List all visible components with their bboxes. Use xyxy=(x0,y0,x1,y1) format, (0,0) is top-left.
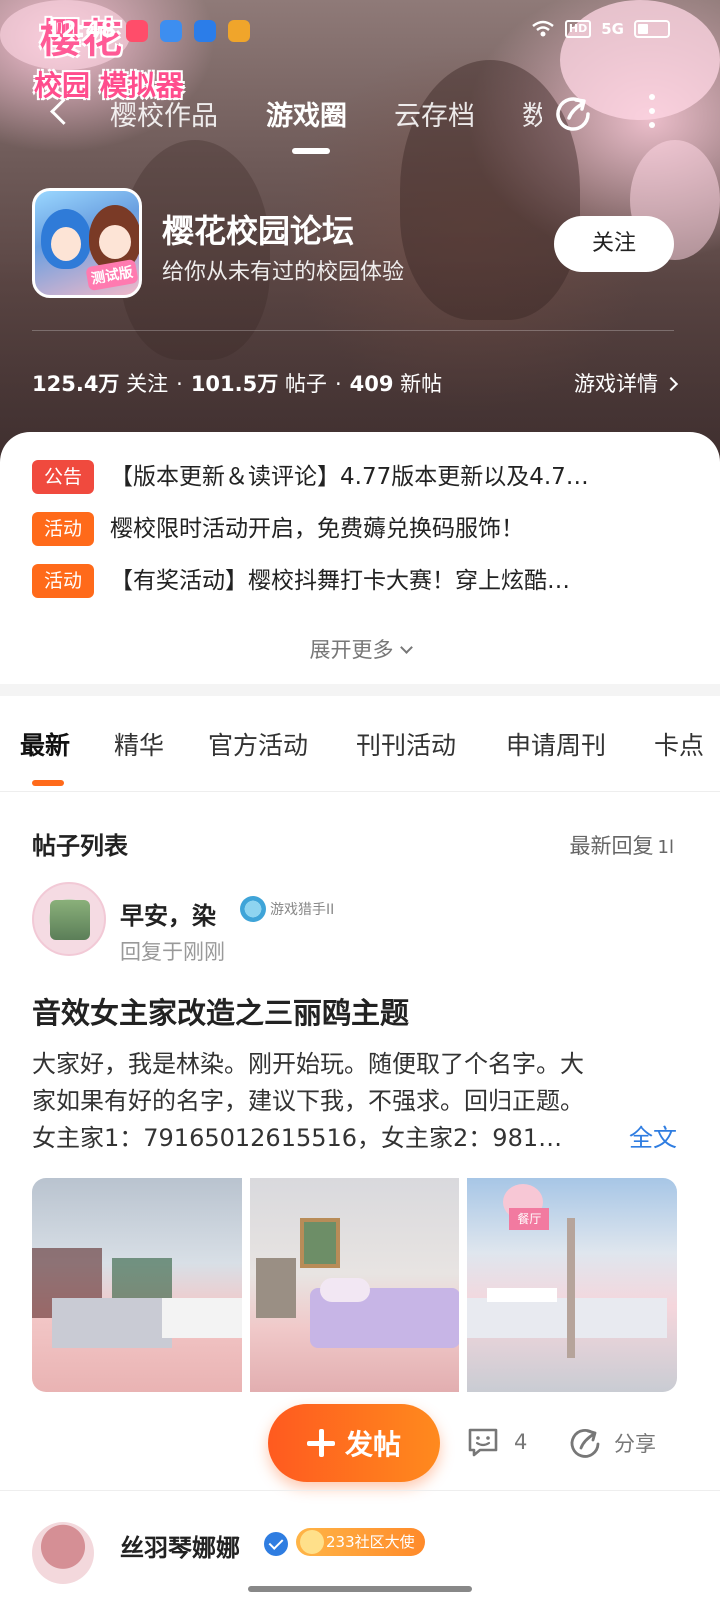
share-icon xyxy=(570,1429,600,1458)
forum-hero-banner: 樱花 校园 模拟器 12:48 HD 5G 樱校作品 游戏圈 云存档 数 测试版… xyxy=(0,0,720,470)
share-button[interactable]: 分享 xyxy=(568,1426,656,1460)
announcement-text: 【版本更新＆读评论】4.77版本更新以及4.7… xyxy=(110,464,589,490)
create-post-button[interactable]: 发帖 xyxy=(268,1404,440,1482)
post-image[interactable]: 餐厅 xyxy=(467,1178,678,1392)
tab-data[interactable]: 数 xyxy=(522,94,542,133)
post-image[interactable] xyxy=(32,1178,242,1392)
create-post-label: 发帖 xyxy=(344,1428,401,1461)
network-type: 5G xyxy=(601,20,624,38)
category-tabs: 最新 精华 官方活动 刊刊活动 申请周刊 卡点 xyxy=(0,696,720,792)
game-detail-link[interactable]: 游戏详情 xyxy=(574,368,679,398)
game-detail-label: 游戏详情 xyxy=(574,372,658,396)
post-divider xyxy=(0,1490,720,1491)
sort-label: 最新回复 xyxy=(569,834,654,858)
followers-label: 关注 xyxy=(126,372,169,396)
chevron-down-icon xyxy=(399,641,413,654)
notification-app-icon xyxy=(160,20,182,42)
more-options-icon[interactable] xyxy=(646,94,658,134)
post-title[interactable]: 音效女主家改造之三丽鸥主题 xyxy=(32,990,409,1032)
section-divider xyxy=(0,684,720,696)
post-list-title: 帖子列表 xyxy=(32,832,128,860)
active-tab-indicator xyxy=(32,780,64,786)
notification-app-icon xyxy=(126,20,148,42)
announcement-item[interactable]: 活动 【有奖活动】樱校抖舞打卡大赛！穿上炫酷… xyxy=(32,564,682,600)
follow-button[interactable]: 关注 xyxy=(554,216,674,272)
forum-app-icon: 测试版 xyxy=(32,188,142,298)
sort-dropdown[interactable]: 最新回复 1l xyxy=(570,830,674,860)
forum-title: 樱花校园论坛 xyxy=(162,212,355,250)
sort-icon: 1l xyxy=(657,837,674,858)
new-posts-label: 新帖 xyxy=(400,372,443,396)
tab-official-events[interactable]: 官方活动 xyxy=(208,726,308,762)
expand-more-button[interactable]: 展开更多 xyxy=(0,634,720,664)
author-name[interactable]: 丝羽琴娜娜 xyxy=(120,1528,240,1563)
announcement-text: 【有奖活动】樱校抖舞打卡大赛！穿上炫酷… xyxy=(110,568,570,594)
ambassador-badge: 233社区大使 xyxy=(296,1528,425,1556)
post-image[interactable] xyxy=(249,1178,460,1392)
reply-time: 回复于刚刚 xyxy=(120,940,225,964)
forum-stats: 125.4万 关注 · 101.5万 帖子 · 409 新帖 xyxy=(32,368,442,398)
active-tab-indicator xyxy=(292,148,330,154)
author-name[interactable]: 早安，染 xyxy=(120,896,216,931)
back-button[interactable] xyxy=(44,94,80,130)
tab-works[interactable]: 樱校作品 xyxy=(110,94,218,133)
home-indicator[interactable] xyxy=(248,1586,472,1592)
verified-icon xyxy=(264,1532,288,1556)
comment-button[interactable]: 4 xyxy=(466,1426,527,1458)
status-indicators: HD 5G xyxy=(531,20,670,38)
restaurant-sign: 餐厅 xyxy=(509,1208,550,1230)
post-actions-bar: 发帖 4 分享 xyxy=(0,1404,720,1484)
test-version-tag: 测试版 xyxy=(85,258,139,292)
status-time: 12:48 xyxy=(46,18,117,43)
separator: · xyxy=(334,372,342,396)
posts-label: 帖子 xyxy=(284,372,327,396)
post-body-line: 家如果有好的名字，建议下我，不强求。回归正题。 xyxy=(32,1087,584,1115)
tab-beat-sync[interactable]: 卡点 xyxy=(654,726,704,762)
avatar[interactable] xyxy=(32,882,106,956)
followers-count: 125.4万 xyxy=(32,372,120,396)
tab-journal-events[interactable]: 刊刊活动 xyxy=(356,726,456,762)
hd-icon: HD xyxy=(564,20,592,38)
announcement-text: 樱校限时活动开启，免费薅兑换码服饰！ xyxy=(110,516,524,542)
divider xyxy=(32,330,674,331)
tab-latest[interactable]: 最新 xyxy=(20,726,70,762)
badge-label: 游戏猎手II xyxy=(270,902,335,918)
post-image-gallery: 餐厅 xyxy=(32,1178,678,1392)
tab-featured[interactable]: 精华 xyxy=(114,726,164,762)
comment-count: 4 xyxy=(514,1430,528,1454)
post-body-line: 女主家1：79165012615516，女主家2：981… xyxy=(32,1124,563,1152)
activity-badge: 活动 xyxy=(32,564,94,598)
tab-cloud-save[interactable]: 云存档 xyxy=(394,94,475,133)
new-posts-count: 409 xyxy=(349,372,394,396)
battery-icon xyxy=(634,20,670,38)
announcement-item[interactable]: 公告 【版本更新＆读评论】4.77版本更新以及4.7… xyxy=(32,460,682,496)
forum-subtitle: 给你从未有过的校园体验 xyxy=(162,260,405,285)
share-icon[interactable] xyxy=(552,92,594,134)
full-text-link[interactable]: 全文 xyxy=(629,1120,677,1157)
top-navigation: 樱校作品 游戏圈 云存档 数 xyxy=(0,80,720,160)
game-hunter-icon xyxy=(240,896,266,922)
plus-icon xyxy=(306,1429,335,1457)
notice-badge: 公告 xyxy=(32,460,94,494)
expand-more-label: 展开更多 xyxy=(309,638,394,662)
comment-icon xyxy=(468,1428,498,1457)
share-label: 分享 xyxy=(614,1432,656,1456)
status-bar: 12:48 HD 5G xyxy=(0,0,720,62)
activity-badge: 活动 xyxy=(32,512,94,546)
announcement-item[interactable]: 活动 樱校限时活动开启，免费薅兑换码服饰！ xyxy=(32,512,682,548)
chevron-right-icon xyxy=(663,376,679,392)
notification-app-icon xyxy=(228,20,250,42)
user-level-badge: 游戏猎手II xyxy=(240,896,334,922)
avatar[interactable] xyxy=(32,1522,94,1584)
tab-game-circle[interactable]: 游戏圈 xyxy=(266,94,347,133)
post-body-line: 大家好，我是林染。刚开始玩。随便取了个名字。大 xyxy=(32,1050,584,1078)
tab-apply-weekly[interactable]: 申请周刊 xyxy=(506,726,606,762)
separator: · xyxy=(176,372,183,396)
posts-count: 101.5万 xyxy=(190,372,279,396)
post-body[interactable]: 大家好，我是林染。刚开始玩。随便取了个名字。大 家如果有好的名字，建议下我，不强… xyxy=(32,1046,677,1157)
wifi-icon xyxy=(532,20,554,37)
notification-app-icon xyxy=(194,20,216,42)
